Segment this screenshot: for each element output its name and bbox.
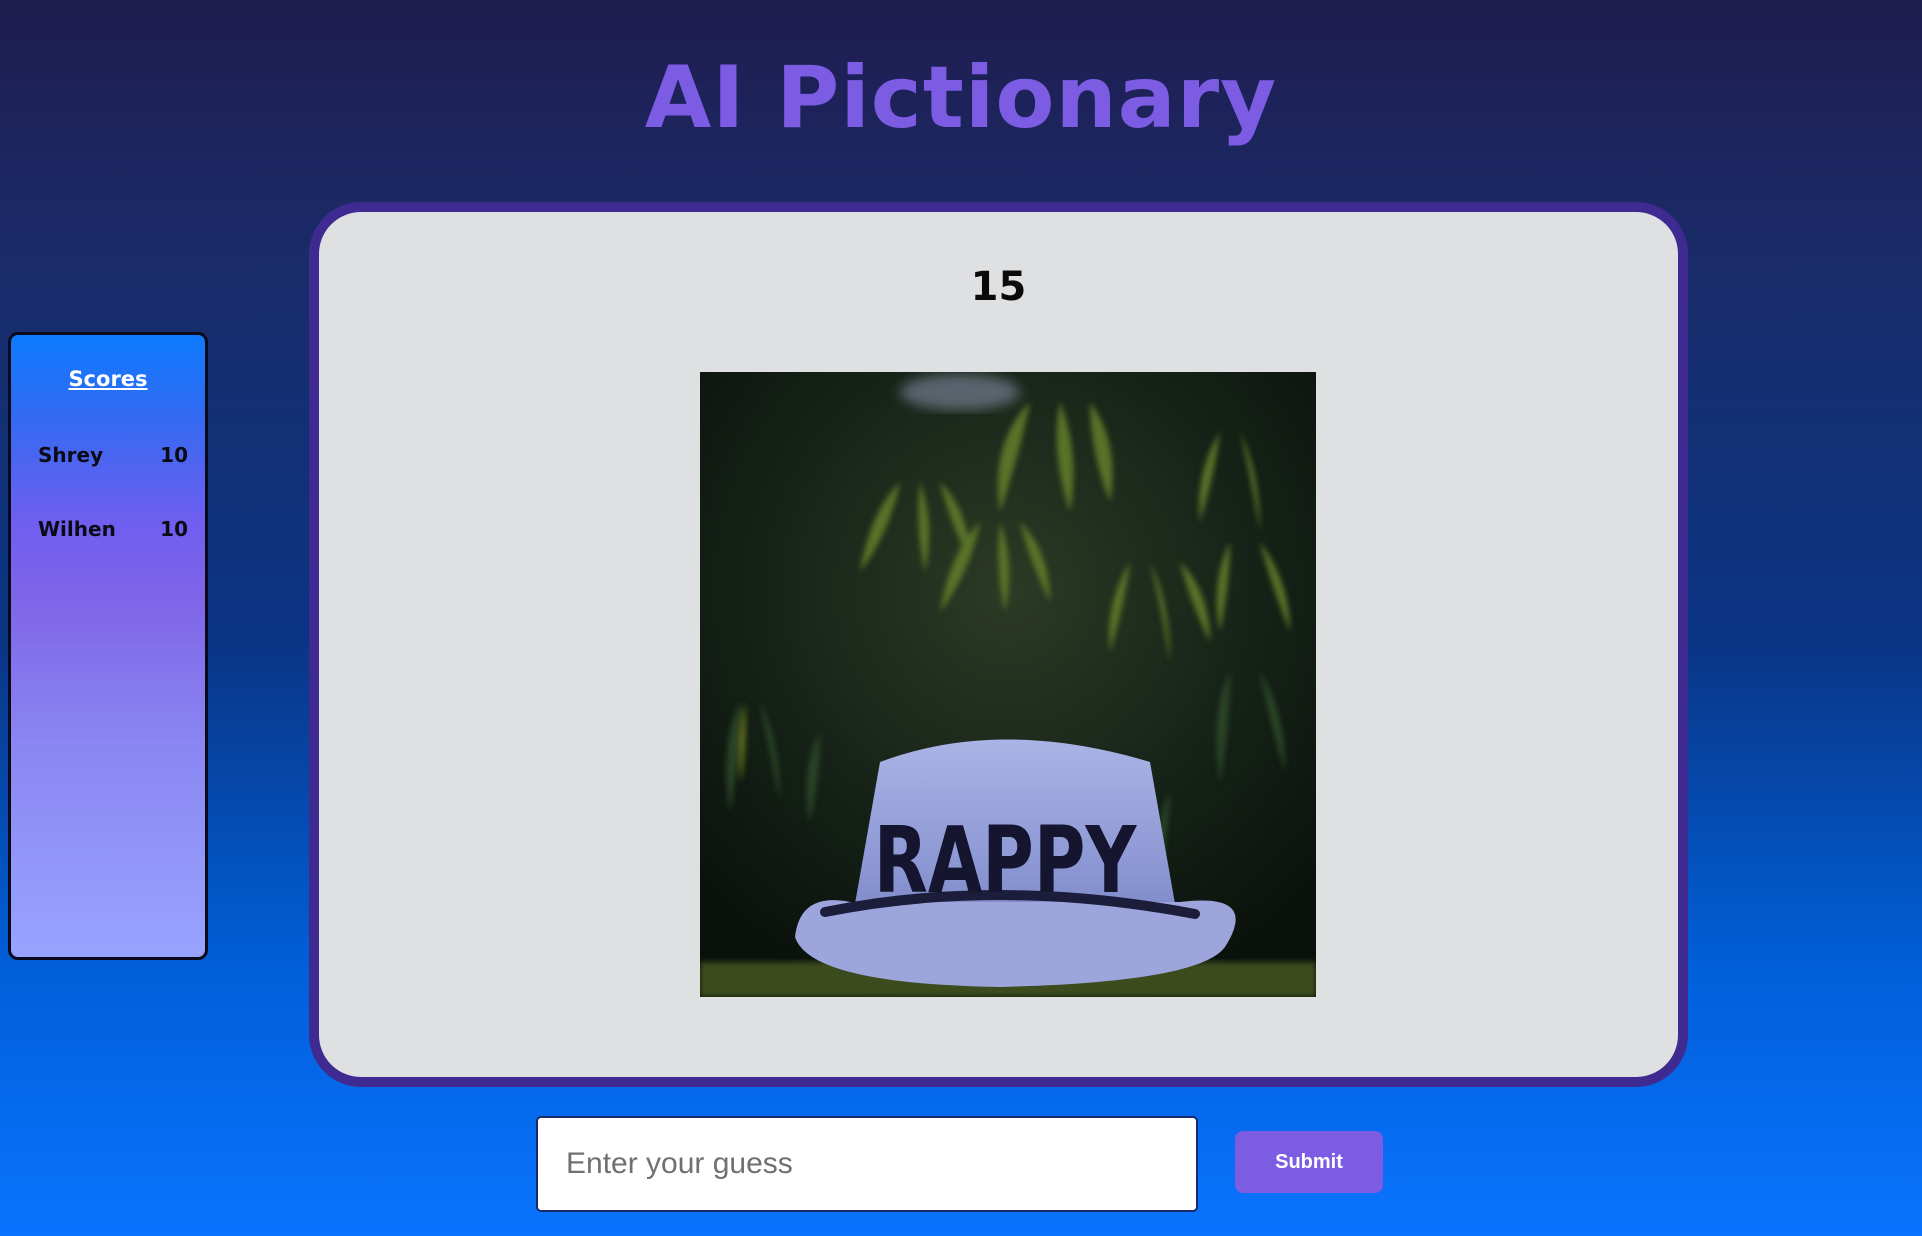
- scores-heading: Scores: [68, 367, 148, 391]
- game-card: 15 RAPPY: [309, 202, 1688, 1087]
- guess-input[interactable]: [536, 1116, 1198, 1212]
- scores-panel: Scores Shrey 10 Wilhen 10: [8, 332, 208, 960]
- hat-text: RAPPY: [874, 808, 1138, 915]
- submit-button[interactable]: Submit: [1235, 1131, 1383, 1193]
- score-row: Wilhen 10: [38, 517, 188, 541]
- generated-image-art: RAPPY: [700, 372, 1316, 997]
- generated-image: RAPPY: [700, 372, 1316, 997]
- player-score: 10: [160, 517, 188, 541]
- player-name: Shrey: [38, 443, 104, 467]
- page-title: AI Pictionary: [644, 48, 1278, 148]
- player-score: 10: [160, 443, 188, 467]
- countdown-timer: 15: [970, 264, 1027, 310]
- player-name: Wilhen: [38, 517, 116, 541]
- score-row: Shrey 10: [38, 443, 188, 467]
